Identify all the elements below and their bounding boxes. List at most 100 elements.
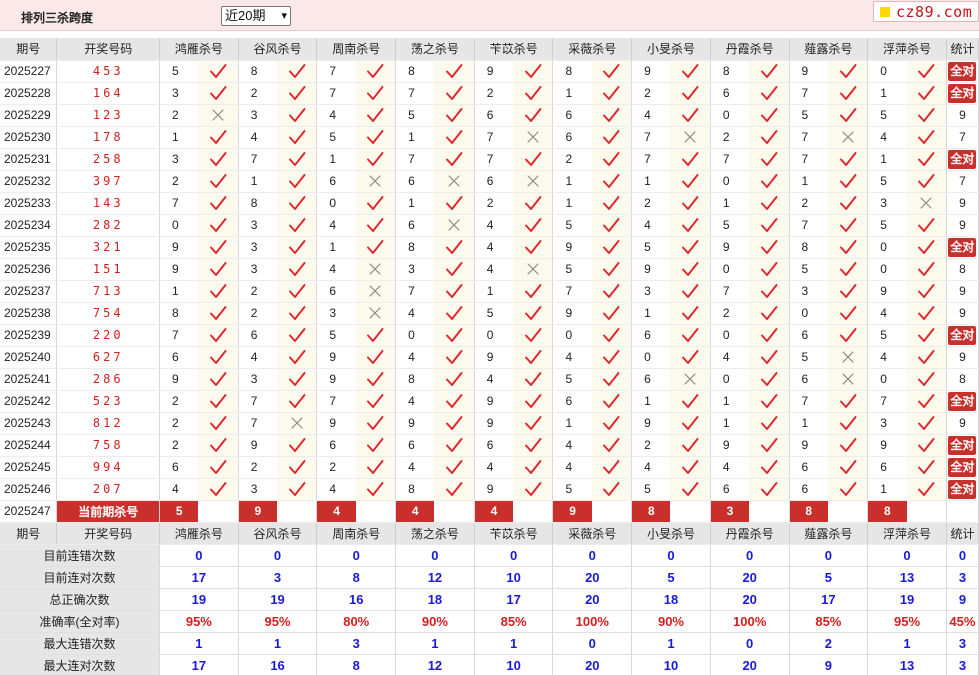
stat-cell: 7 bbox=[946, 170, 979, 193]
result-mark-cell bbox=[906, 126, 947, 149]
result-mark-cell bbox=[513, 192, 554, 215]
draw-number-cell: 758 bbox=[56, 434, 161, 457]
col-header-expert[interactable]: 荡之杀号 bbox=[395, 522, 475, 545]
kill-number-cell: 3 bbox=[631, 280, 671, 303]
check-icon bbox=[682, 108, 699, 122]
result-mark-cell bbox=[827, 456, 869, 479]
stat-cell: 8 bbox=[946, 368, 979, 391]
check-icon bbox=[288, 174, 306, 188]
table-row: 2025236 151 9 3 4 3 4 5 9 0 5 0 8 bbox=[0, 258, 979, 281]
check-icon bbox=[839, 152, 856, 166]
period-cell: 2025232 bbox=[0, 170, 58, 193]
summary-value: 0 bbox=[789, 544, 869, 567]
site-logo[interactable]: cz89.com bbox=[873, 1, 979, 22]
kill-number-cell: 0 bbox=[631, 346, 671, 369]
period-cell: 2025229 bbox=[0, 104, 58, 127]
check-icon bbox=[210, 460, 227, 474]
result-mark-cell bbox=[906, 280, 947, 303]
col-header-expert[interactable]: 采薇杀号 bbox=[552, 522, 633, 545]
kill-number-cell: 4 bbox=[867, 126, 907, 149]
check-icon bbox=[760, 108, 778, 122]
summary-value: 0 bbox=[474, 544, 554, 567]
hit-count: 8 bbox=[959, 262, 966, 276]
col-header-expert[interactable]: 谷风杀号 bbox=[238, 38, 318, 61]
table-row: 2025228 164 3 2 7 7 2 1 2 6 7 1 全对 bbox=[0, 82, 979, 105]
kill-number-cell: 0 bbox=[867, 60, 907, 83]
kill-number-cell: 1 bbox=[710, 390, 750, 413]
col-header-expert[interactable]: 荡之杀号 bbox=[395, 38, 475, 61]
result-mark-cell bbox=[434, 236, 475, 259]
col-header-expert[interactable]: 鸿雁杀号 bbox=[159, 38, 239, 61]
col-header-expert[interactable]: 采薇杀号 bbox=[552, 38, 633, 61]
kill-number-cell: 1 bbox=[552, 412, 592, 435]
period-range-select[interactable]: 近20期 ▾ bbox=[221, 6, 291, 26]
summary-value: 80% bbox=[316, 610, 397, 633]
col-header-expert[interactable]: 丹霞杀号 bbox=[710, 522, 790, 545]
result-mark-cell bbox=[906, 214, 947, 237]
result-mark-cell bbox=[906, 258, 947, 281]
cross-icon bbox=[448, 219, 460, 231]
col-header-expert[interactable]: 薤露杀号 bbox=[789, 38, 869, 61]
summary-value: 3 bbox=[238, 566, 318, 589]
current-kill-number: 8 bbox=[631, 500, 671, 523]
check-icon bbox=[524, 86, 542, 100]
result-mark-cell bbox=[277, 280, 318, 303]
col-header-expert[interactable]: 苄苡杀号 bbox=[474, 522, 554, 545]
kill-number-cell: 2 bbox=[710, 126, 750, 149]
check-icon bbox=[367, 152, 384, 166]
current-blank-cell bbox=[749, 500, 790, 523]
summary-label: 总正确次数 bbox=[0, 588, 161, 611]
summary-value: 0 bbox=[552, 544, 633, 567]
result-mark-cell bbox=[591, 434, 633, 457]
col-header-expert[interactable]: 鸿雁杀号 bbox=[159, 522, 239, 545]
current-blank-cell bbox=[591, 500, 633, 523]
col-header-expert[interactable]: 周南杀号 bbox=[316, 522, 397, 545]
result-mark-cell bbox=[591, 126, 633, 149]
summary-value: 90% bbox=[395, 610, 475, 633]
kill-number-cell: 0 bbox=[552, 324, 592, 347]
col-header-expert[interactable]: 周南杀号 bbox=[316, 38, 397, 61]
summary-value: 3 bbox=[316, 632, 397, 655]
col-header-expert[interactable]: 小旻杀号 bbox=[631, 38, 711, 61]
summary-value: 20 bbox=[552, 566, 633, 589]
result-mark-cell bbox=[749, 324, 790, 347]
period-cell: 2025241 bbox=[0, 368, 58, 391]
current-blank-cell bbox=[277, 500, 318, 523]
col-header-expert[interactable]: 浮萍杀号 bbox=[867, 522, 947, 545]
kill-number-cell: 3 bbox=[238, 258, 278, 281]
kill-number-cell: 7 bbox=[159, 324, 199, 347]
col-header-expert[interactable]: 谷风杀号 bbox=[238, 522, 318, 545]
check-icon bbox=[603, 64, 620, 78]
kill-number-cell: 9 bbox=[631, 412, 671, 435]
result-mark-cell bbox=[670, 478, 711, 501]
check-icon bbox=[524, 416, 542, 430]
col-header-expert[interactable]: 薤露杀号 bbox=[789, 522, 869, 545]
check-icon bbox=[918, 438, 935, 452]
check-icon bbox=[524, 108, 542, 122]
result-mark-cell bbox=[198, 148, 239, 171]
kill-number-cell: 9 bbox=[789, 434, 828, 457]
col-header-expert[interactable]: 小旻杀号 bbox=[631, 522, 711, 545]
col-header-expert[interactable]: 苄苡杀号 bbox=[474, 38, 554, 61]
result-mark-cell bbox=[670, 280, 711, 303]
check-icon bbox=[288, 196, 306, 210]
check-icon bbox=[760, 372, 778, 386]
result-mark-cell bbox=[513, 302, 554, 325]
col-header-expert[interactable]: 浮萍杀号 bbox=[867, 38, 947, 61]
result-mark-cell bbox=[277, 236, 318, 259]
kill-number-cell: 4 bbox=[710, 456, 750, 479]
summary-value: 1 bbox=[238, 632, 318, 655]
check-icon bbox=[603, 174, 620, 188]
check-icon bbox=[603, 416, 620, 430]
kill-number-cell: 6 bbox=[789, 368, 828, 391]
result-mark-cell bbox=[670, 456, 711, 479]
result-mark-cell bbox=[434, 82, 475, 105]
stat-cell: 全对 bbox=[946, 434, 979, 457]
check-icon bbox=[682, 64, 699, 78]
kill-number-cell: 8 bbox=[395, 368, 435, 391]
check-icon bbox=[760, 196, 778, 210]
check-icon bbox=[367, 372, 384, 386]
col-header-expert[interactable]: 丹霞杀号 bbox=[710, 38, 790, 61]
kill-number-cell: 1 bbox=[395, 126, 435, 149]
check-icon bbox=[918, 130, 935, 144]
